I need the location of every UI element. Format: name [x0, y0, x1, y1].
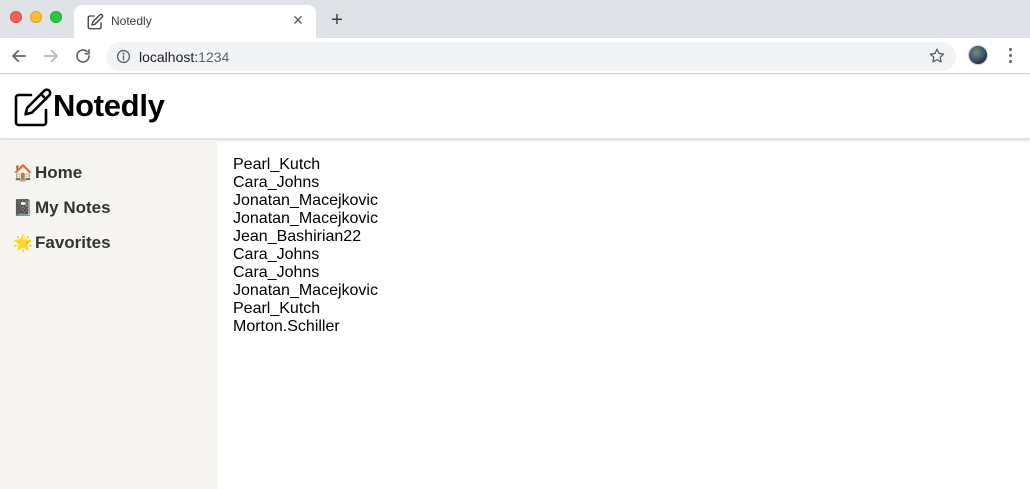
list-item: Cara_Johns	[233, 174, 320, 191]
reload-button[interactable]	[72, 45, 94, 67]
house-icon: 🏠	[13, 165, 33, 182]
list-item: Jean_Bashirian22	[233, 228, 362, 245]
arrow-right-icon	[44, 49, 58, 63]
maximize-window-button[interactable]	[50, 11, 62, 23]
forward-button[interactable]	[40, 45, 62, 67]
list-item: Pearl_Kutch	[233, 156, 321, 173]
reload-icon	[76, 49, 90, 63]
list-item: Pearl_Kutch	[233, 300, 321, 317]
address-bar[interactable]: localhost:1234	[106, 42, 956, 71]
url-host: localhost:	[139, 49, 199, 65]
list-item: Jonatan_Macejkovic	[233, 282, 378, 299]
sidebar-item-favorites[interactable]: 🌟 Favorites	[13, 233, 111, 253]
app-title: Notedly	[53, 88, 165, 123]
new-tab-button[interactable]: +	[326, 9, 348, 31]
list-item: Jonatan_Macejkovic	[233, 192, 378, 209]
url-text: localhost:1234	[139, 49, 229, 65]
url-port: 1234	[198, 49, 230, 65]
sidebar-item-label: Home	[35, 163, 83, 182]
notedly-logo-icon	[14, 88, 52, 127]
minimize-window-button[interactable]	[30, 11, 42, 23]
edit-note-icon	[87, 13, 104, 30]
browser-menu-icon[interactable]	[1000, 45, 1020, 65]
main-content: Pearl_Kutch Cara_Johns Jonatan_Macejkovi…	[233, 156, 378, 336]
arrow-left-icon	[12, 49, 26, 63]
close-window-button[interactable]	[10, 11, 22, 23]
author-list: Pearl_Kutch Cara_Johns Jonatan_Macejkovi…	[233, 156, 378, 336]
list-item: Morton.Schiller	[233, 318, 340, 335]
list-item: Cara_Johns	[233, 246, 320, 263]
browser-toolbar: localhost:1234	[0, 38, 1030, 74]
bookmark-star-icon[interactable]	[928, 47, 946, 65]
notebook-icon: 📓	[13, 200, 33, 217]
sidebar-item-label: Favorites	[35, 233, 111, 252]
browser-tab-strip: Notedly ✕ +	[0, 0, 1030, 38]
tab-title: Notedly	[111, 14, 152, 28]
list-item: Jonatan_Macejkovic	[233, 210, 378, 227]
profile-avatar[interactable]	[968, 45, 988, 65]
browser-tab-active[interactable]: Notedly ✕	[74, 5, 316, 38]
sidebar-item-home[interactable]: 🏠 Home	[13, 163, 82, 183]
back-button[interactable]	[8, 45, 30, 67]
app-header: Notedly	[0, 75, 1030, 139]
sidebar-nav	[0, 140, 217, 489]
sidebar-item-label: My Notes	[35, 198, 111, 217]
info-icon[interactable]	[116, 49, 131, 64]
star-icon: 🌟	[13, 235, 33, 252]
list-item: Cara_Johns	[233, 264, 320, 281]
sidebar-item-my-notes[interactable]: 📓 My Notes	[13, 198, 111, 218]
close-tab-icon[interactable]: ✕	[290, 12, 306, 28]
